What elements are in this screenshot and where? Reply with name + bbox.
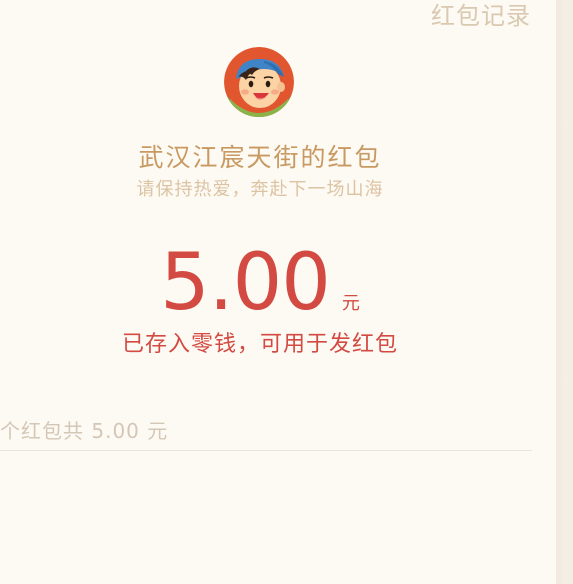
packet-summary: 个红包共 5.00 元 xyxy=(0,419,169,443)
stored-to-balance-link[interactable]: 已存入零钱，可用于发红包 xyxy=(0,326,520,358)
sender-avatar[interactable] xyxy=(224,47,294,117)
amount-display: 5.00 元 xyxy=(0,238,520,328)
sender-title: 武汉江宸天街的红包 xyxy=(138,143,382,172)
blessing-message: 请保持热爱，奔赴下一场山海 xyxy=(136,179,384,200)
divider xyxy=(0,450,532,451)
cartoon-boy-avatar-icon xyxy=(224,47,294,117)
red-packet-records-link[interactable]: 红包记录 xyxy=(431,0,531,31)
red-packet-detail-page: 红包记录 武汉江宸天街的红包 请保持热爱，奔赴下一场山海 5.00 元 已存入零钱… xyxy=(0,0,573,584)
amount-value: 5.00 xyxy=(160,238,331,328)
amount-unit: 元 xyxy=(341,293,360,314)
edge-shadow xyxy=(556,0,573,584)
